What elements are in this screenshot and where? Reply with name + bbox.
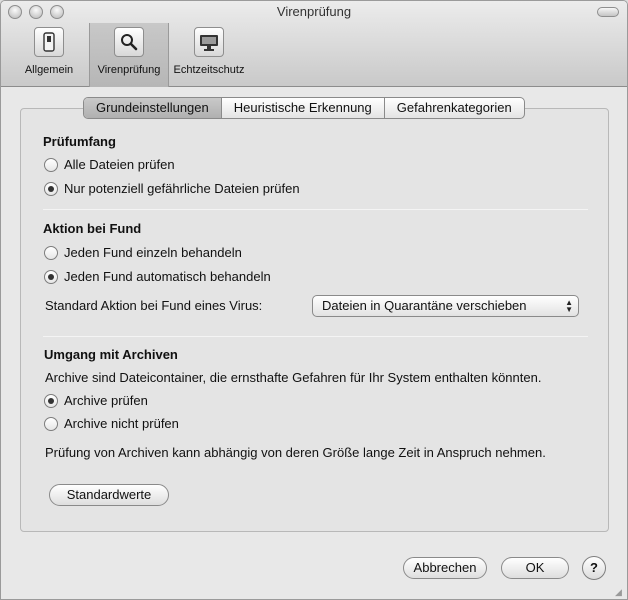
toolbar-item-virenpruefung[interactable]: Virenprüfung	[89, 23, 169, 87]
tab-gefahrenkategorien[interactable]: Gefahrenkategorien	[385, 98, 524, 118]
radio-button-selected[interactable]	[44, 181, 58, 196]
radio-label: Jeden Fund automatisch behandeln	[64, 269, 271, 284]
section-divider	[43, 209, 588, 210]
section-divider	[43, 336, 588, 337]
defaults-button[interactable]: Standardwerte	[49, 484, 169, 506]
window-title: Virenprüfung	[276, 4, 352, 19]
radio-option-archive-pruefen[interactable]: Archive prüfen	[44, 393, 148, 408]
radio-option-automatisch[interactable]: Jeden Fund automatisch behandeln	[44, 269, 271, 284]
help-button[interactable]: ?	[582, 556, 606, 580]
settings-panel: Prüfumfang Alle Dateien prüfen Nur poten…	[20, 108, 609, 532]
radio-button-selected[interactable]	[44, 393, 58, 408]
preferences-toolbar: Allgemein Virenprüfung Echtzeitschutz	[9, 23, 249, 87]
radio-option-alle-dateien[interactable]: Alle Dateien prüfen	[44, 157, 175, 172]
standard-action-popup[interactable]: Dateien in Quarantäne verschieben ▲ ▼	[312, 295, 579, 317]
toolbar-toggle-button[interactable]	[597, 7, 619, 17]
toolbar-item-label: Allgemein	[24, 64, 74, 76]
tab-bar: Grundeinstellungen Heuristische Erkennun…	[83, 97, 525, 119]
radio-label: Archive prüfen	[64, 393, 148, 408]
radio-button[interactable]	[44, 416, 58, 431]
switch-icon	[34, 27, 64, 57]
section-title-pruefumfang: Prüfumfang	[43, 134, 116, 149]
section-title-aktion-bei-fund: Aktion bei Fund	[43, 221, 142, 236]
preferences-window: Virenprüfung Allgemein Virenprüfung Echt…	[0, 0, 628, 600]
title-toolbar-bar: Virenprüfung Allgemein Virenprüfung Echt…	[1, 1, 627, 87]
ok-button[interactable]: OK	[501, 557, 569, 579]
radio-label: Archive nicht prüfen	[64, 416, 179, 431]
toolbar-item-allgemein[interactable]: Allgemein	[9, 23, 89, 87]
cancel-button[interactable]: Abbrechen	[403, 557, 487, 579]
radio-label: Nur potenziell gefährliche Dateien prüfe…	[64, 181, 300, 196]
archive-note: Prüfung von Archiven kann abhängig von d…	[45, 445, 546, 460]
resize-grip-icon[interactable]: ◢	[615, 587, 625, 597]
radio-option-einzeln[interactable]: Jeden Fund einzeln behandeln	[44, 245, 242, 260]
toolbar-item-echtzeitschutz[interactable]: Echtzeitschutz	[169, 23, 249, 87]
radio-button[interactable]	[44, 245, 58, 260]
toolbar-item-label: Echtzeitschutz	[173, 64, 245, 76]
popup-selected-value: Dateien in Quarantäne verschieben	[322, 298, 527, 313]
tab-heuristische-erkennung[interactable]: Heuristische Erkennung	[222, 98, 385, 118]
toolbar-item-label: Virenprüfung	[97, 64, 161, 76]
archive-description: Archive sind Dateicontainer, die ernstha…	[45, 370, 542, 385]
radio-label: Alle Dateien prüfen	[64, 157, 175, 172]
radio-label: Jeden Fund einzeln behandeln	[64, 245, 242, 260]
radio-button-selected[interactable]	[44, 269, 58, 284]
magnifier-icon	[114, 27, 144, 57]
updown-arrows-icon: ▲ ▼	[565, 298, 573, 314]
standard-action-label: Standard Aktion bei Fund eines Virus:	[45, 298, 263, 313]
section-title-archive: Umgang mit Archiven	[44, 347, 178, 362]
monitor-icon	[194, 27, 224, 57]
radio-option-archive-nicht-pruefen[interactable]: Archive nicht prüfen	[44, 416, 179, 431]
tab-grundeinstellungen[interactable]: Grundeinstellungen	[84, 98, 222, 118]
radio-option-potenziell-gefaehrlich[interactable]: Nur potenziell gefährliche Dateien prüfe…	[44, 181, 300, 196]
radio-button[interactable]	[44, 157, 58, 172]
